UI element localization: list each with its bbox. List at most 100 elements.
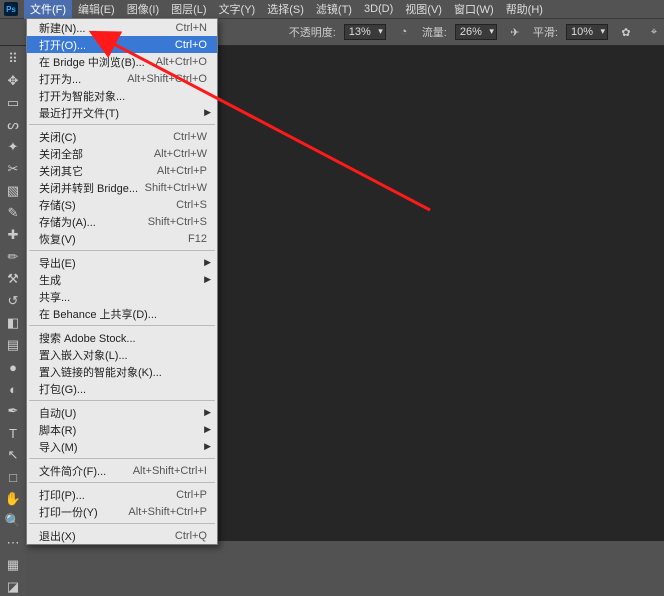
menu-item[interactable]: 最近打开文件(T)▶ <box>27 104 217 121</box>
symmetry-icon[interactable]: ⌖ <box>644 23 664 41</box>
menu-item[interactable]: 关闭全部Alt+Ctrl+W <box>27 145 217 162</box>
menu-item[interactable]: 打开为...Alt+Shift+Ctrl+O <box>27 70 217 87</box>
path-select-icon[interactable]: ↖ <box>2 446 24 464</box>
quick-select-icon[interactable]: ✦ <box>2 138 24 156</box>
blur-icon[interactable]: ● <box>2 358 24 376</box>
menu-item-label: 打印一份(Y) <box>39 504 128 520</box>
eyedropper-icon[interactable]: ✎ <box>2 204 24 222</box>
submenu-arrow-icon: ▶ <box>204 257 211 268</box>
eraser-icon[interactable]: ◧ <box>2 314 24 332</box>
colors-icon[interactable]: ◪ <box>2 578 24 596</box>
menu-文件[interactable]: 文件(F) <box>24 0 72 19</box>
menu-item-label: 关闭(C) <box>39 129 173 145</box>
menu-item-shortcut: Ctrl+W <box>173 131 207 143</box>
menu-item-shortcut: Ctrl+N <box>176 22 207 34</box>
menu-item-shortcut: Ctrl+P <box>176 489 207 501</box>
crop-icon[interactable]: ✂ <box>2 160 24 178</box>
menu-3d[interactable]: 3D(D) <box>358 1 399 17</box>
menu-item[interactable]: 在 Behance 上共享(D)... <box>27 305 217 322</box>
menu-item-label: 恢复(V) <box>39 231 188 247</box>
menu-item-shortcut: Ctrl+S <box>176 199 207 211</box>
menu-separator <box>29 250 215 251</box>
menu-item[interactable]: 共享... <box>27 288 217 305</box>
spot-heal-icon[interactable]: ✚ <box>2 226 24 244</box>
smooth-label: 平滑: <box>533 24 558 40</box>
rectangle-icon[interactable]: □ <box>2 468 24 486</box>
menu-图像[interactable]: 图像(I) <box>121 0 165 19</box>
menu-item[interactable]: 打开(O)...Ctrl+O <box>27 36 217 53</box>
menu-item[interactable]: 打印(P)...Ctrl+P <box>27 486 217 503</box>
menu-item-shortcut: Shift+Ctrl+S <box>148 216 207 228</box>
menu-item[interactable]: 置入链接的智能对象(K)... <box>27 363 217 380</box>
menu-item[interactable]: 打印一份(Y)Alt+Shift+Ctrl+P <box>27 503 217 520</box>
menu-item[interactable]: 退出(X)Ctrl+Q <box>27 527 217 544</box>
menu-item-label: 打开为... <box>39 71 127 87</box>
menu-item[interactable]: 导入(M)▶ <box>27 438 217 455</box>
menu-item-shortcut: Alt+Shift+Ctrl+I <box>133 465 207 477</box>
menu-item-label: 脚本(R) <box>39 422 207 438</box>
submenu-arrow-icon: ▶ <box>204 107 211 118</box>
menu-编辑[interactable]: 编辑(E) <box>72 0 121 19</box>
menu-滤镜[interactable]: 滤镜(T) <box>310 0 358 19</box>
menu-item[interactable]: 打开为智能对象... <box>27 87 217 104</box>
pen-icon[interactable]: ✒ <box>2 402 24 420</box>
grip-icon[interactable]: ⠿ <box>2 50 24 68</box>
menu-item[interactable]: 在 Bridge 中浏览(B)...Alt+Ctrl+O <box>27 53 217 70</box>
menu-item-label: 打开(O)... <box>39 37 175 53</box>
zoom-icon[interactable]: 🔍 <box>2 512 24 530</box>
menu-item[interactable]: 置入嵌入对象(L)... <box>27 346 217 363</box>
submenu-arrow-icon: ▶ <box>204 424 211 435</box>
menu-item[interactable]: 生成▶ <box>27 271 217 288</box>
menu-item-shortcut: F12 <box>188 233 207 245</box>
menu-item[interactable]: 导出(E)▶ <box>27 254 217 271</box>
menu-视图[interactable]: 视图(V) <box>399 0 448 19</box>
frame-icon[interactable]: ▧ <box>2 182 24 200</box>
smooth-field[interactable]: 10% <box>566 24 608 40</box>
menu-item[interactable]: 打包(G)... <box>27 380 217 397</box>
file-menu-dropdown: 新建(N)...Ctrl+N打开(O)...Ctrl+O在 Bridge 中浏览… <box>26 18 218 545</box>
airbrush-icon[interactable]: ✈ <box>505 23 525 41</box>
menu-文字[interactable]: 文字(Y) <box>213 0 262 19</box>
marquee-icon[interactable]: ▭ <box>2 94 24 112</box>
menu-item[interactable]: 文件简介(F)...Alt+Shift+Ctrl+I <box>27 462 217 479</box>
opacity-field[interactable]: 13% <box>344 24 386 40</box>
move-icon[interactable]: ✥ <box>2 72 24 90</box>
menu-item-label: 存储为(A)... <box>39 214 148 230</box>
menu-item-label: 在 Behance 上共享(D)... <box>39 306 207 322</box>
menu-item[interactable]: 自动(U)▶ <box>27 404 217 421</box>
menu-item[interactable]: 搜索 Adobe Stock... <box>27 329 217 346</box>
menu-窗口[interactable]: 窗口(W) <box>448 0 500 19</box>
menu-item[interactable]: 关闭(C)Ctrl+W <box>27 128 217 145</box>
gradient-icon[interactable]: ▤ <box>2 336 24 354</box>
menu-item-label: 打印(P)... <box>39 487 176 503</box>
history-brush-icon[interactable]: ↺ <box>2 292 24 310</box>
menu-item[interactable]: 关闭其它Alt+Ctrl+P <box>27 162 217 179</box>
more-icon[interactable]: ⋯ <box>2 534 24 552</box>
menu-item[interactable]: 存储(S)Ctrl+S <box>27 196 217 213</box>
dodge-icon[interactable]: ◐ <box>2 380 24 398</box>
menu-item[interactable]: 脚本(R)▶ <box>27 421 217 438</box>
hand-icon[interactable]: ✋ <box>2 490 24 508</box>
submenu-arrow-icon: ▶ <box>204 407 211 418</box>
edit-toolbar-icon[interactable]: ▦ <box>2 556 24 574</box>
menu-separator <box>29 325 215 326</box>
menu-item[interactable]: 新建(N)...Ctrl+N <box>27 19 217 36</box>
menu-item-label: 退出(X) <box>39 528 175 544</box>
menu-item[interactable]: 恢复(V)F12 <box>27 230 217 247</box>
pressure-opacity-icon[interactable]: ◔ <box>394 23 414 41</box>
menu-item[interactable]: 关闭并转到 Bridge...Shift+Ctrl+W <box>27 179 217 196</box>
lasso-icon[interactable]: ᔕ <box>2 116 24 134</box>
menu-item-label: 打开为智能对象... <box>39 88 207 104</box>
menu-图层[interactable]: 图层(L) <box>165 0 212 19</box>
submenu-arrow-icon: ▶ <box>204 274 211 285</box>
menu-item-shortcut: Alt+Ctrl+O <box>156 56 207 68</box>
menu-选择[interactable]: 选择(S) <box>261 0 310 19</box>
clone-stamp-icon[interactable]: ⚒ <box>2 270 24 288</box>
type-icon[interactable]: T <box>2 424 24 442</box>
brush-icon[interactable]: ✏ <box>2 248 24 266</box>
flow-field[interactable]: 26% <box>455 24 497 40</box>
smooth-options-icon[interactable]: ✿ <box>616 23 636 41</box>
menu-item-label: 存储(S) <box>39 197 176 213</box>
menu-item[interactable]: 存储为(A)...Shift+Ctrl+S <box>27 213 217 230</box>
menu-帮助[interactable]: 帮助(H) <box>500 0 549 19</box>
